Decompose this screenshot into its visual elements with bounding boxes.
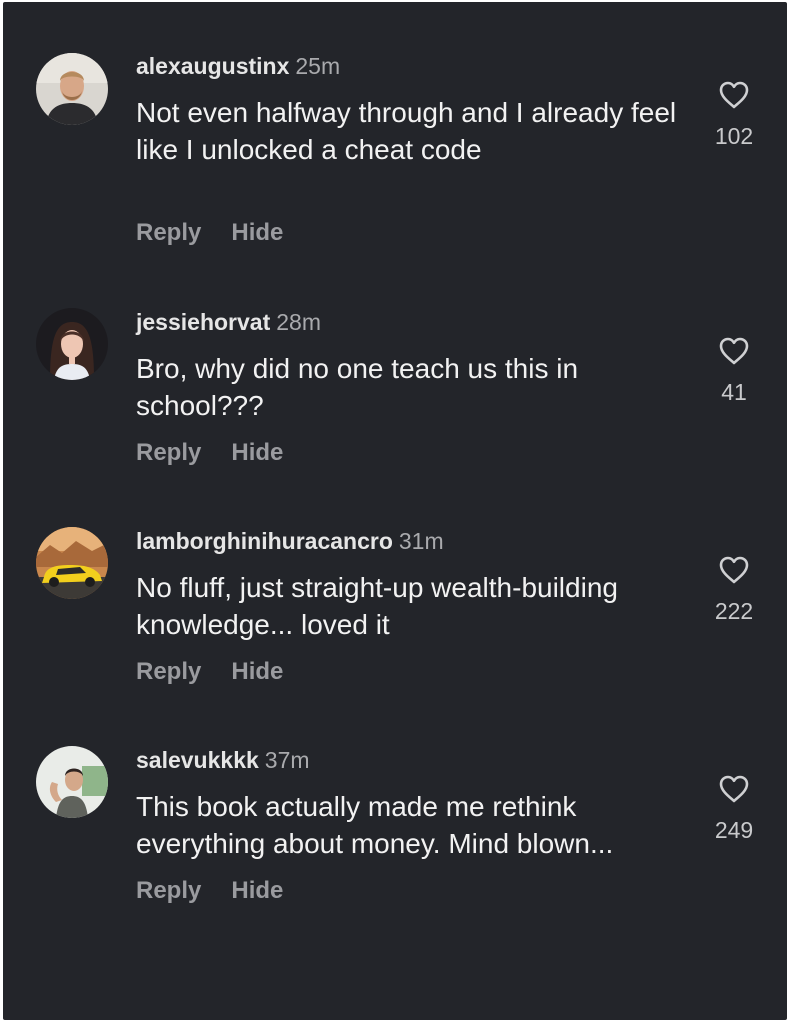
comment-text: This book actually made me rethink every… <box>136 791 614 859</box>
comment-meta: lamborghinihuracancro 31m <box>136 526 444 556</box>
comment-actions: Reply Hide <box>136 657 283 687</box>
avatar[interactable] <box>36 746 108 818</box>
username[interactable]: alexaugustinx <box>136 53 289 79</box>
comment-item: lamborghinihuracancro 31m No fluff, just … <box>3 517 787 727</box>
avatar[interactable] <box>36 527 108 599</box>
hide-button[interactable]: Hide <box>231 658 283 685</box>
heart-icon[interactable] <box>718 80 750 110</box>
reply-button[interactable]: Reply <box>136 658 201 685</box>
like-count: 249 <box>714 817 754 843</box>
comment-item: salevukkkk 37m This book actually made me… <box>3 736 787 946</box>
heart-icon[interactable] <box>718 555 750 585</box>
username[interactable]: salevukkkk <box>136 747 259 773</box>
heart-icon[interactable] <box>718 336 750 366</box>
comments-panel: alexaugustinx 25m Not even halfway throug… <box>3 2 787 1020</box>
like-count: 41 <box>721 379 747 405</box>
comment-item: jessiehorvat 28m Bro, why did no one teac… <box>3 298 787 508</box>
timestamp: 31m <box>398 528 444 554</box>
like-count: 102 <box>714 123 754 149</box>
reply-button[interactable]: Reply <box>136 439 201 466</box>
like-control: 222 <box>703 555 765 625</box>
heart-icon[interactable] <box>718 774 750 804</box>
avatar[interactable] <box>36 53 108 125</box>
reply-button[interactable]: Reply <box>136 877 201 904</box>
like-control: 102 <box>703 80 765 150</box>
comment-meta: salevukkkk 37m <box>136 745 310 775</box>
like-control: 249 <box>703 774 765 844</box>
like-control: 41 <box>703 336 765 406</box>
comment-actions: Reply Hide <box>136 218 283 248</box>
comment-meta: alexaugustinx 25m <box>136 51 340 81</box>
comment-text: Not even halfway through and I already f… <box>136 97 677 165</box>
avatar[interactable] <box>36 308 108 380</box>
hide-button[interactable]: Hide <box>231 877 283 904</box>
hide-button[interactable]: Hide <box>231 219 283 246</box>
timestamp: 28m <box>276 309 321 335</box>
comment-meta: jessiehorvat 28m <box>136 307 321 337</box>
comment-item: alexaugustinx 25m Not even halfway throug… <box>3 42 787 252</box>
timestamp: 37m <box>264 747 310 773</box>
hide-button[interactable]: Hide <box>231 439 283 466</box>
like-count: 222 <box>714 598 754 624</box>
timestamp: 25m <box>295 53 341 79</box>
comment-text: No fluff, just straight-up wealth-buildi… <box>136 572 618 640</box>
username[interactable]: jessiehorvat <box>136 309 270 335</box>
reply-button[interactable]: Reply <box>136 219 201 246</box>
comment-text: Bro, why did no one teach us this in sch… <box>136 353 579 421</box>
comment-actions: Reply Hide <box>136 438 283 468</box>
username[interactable]: lamborghinihuracancro <box>136 528 393 554</box>
comment-actions: Reply Hide <box>136 876 283 906</box>
